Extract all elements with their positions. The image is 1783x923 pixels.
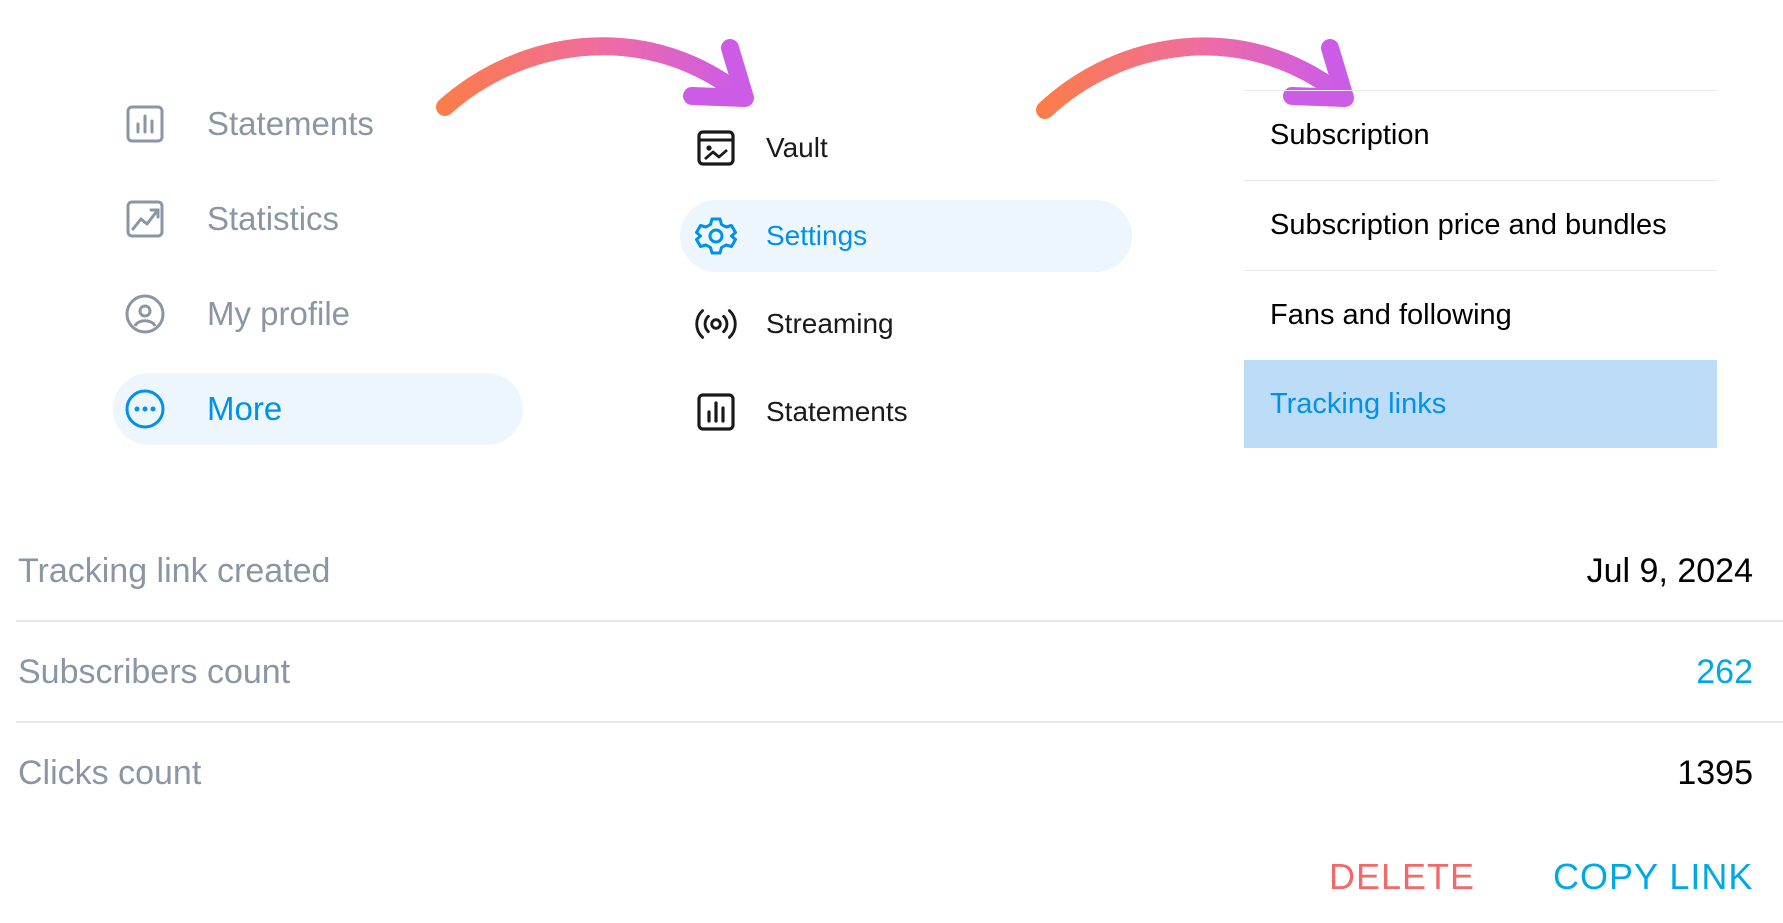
- menu-item-vault[interactable]: Vault: [680, 112, 1132, 184]
- streaming-icon: [694, 302, 738, 346]
- settings-item-label: Subscription: [1270, 119, 1430, 151]
- stat-row-subscribers: Subscribers count 262: [16, 622, 1783, 722]
- menu-item-label: Vault: [766, 132, 828, 163]
- menu-item-label: My profile: [207, 295, 351, 332]
- stat-value: 262: [1696, 652, 1753, 691]
- delete-button[interactable]: DELETE: [1329, 856, 1475, 898]
- vault-icon: [694, 126, 738, 170]
- menu-item-label: Statements: [766, 396, 908, 427]
- stat-value: Jul 9, 2024: [1586, 551, 1753, 590]
- menu-item-label: Streaming: [766, 308, 894, 339]
- settings-item-fans-following[interactable]: Fans and following: [1244, 270, 1717, 360]
- stat-label: Clicks count: [18, 753, 202, 792]
- menu-item-label: Statistics: [207, 200, 340, 237]
- copy-link-button[interactable]: COPY LINK: [1553, 856, 1753, 898]
- menu-item-statements[interactable]: Statements: [113, 88, 523, 160]
- bar-chart-icon: [694, 390, 738, 434]
- stat-label: Tracking link created: [18, 551, 331, 590]
- menu-item-settings[interactable]: Settings: [680, 200, 1132, 272]
- stat-row-created: Tracking link created Jul 9, 2024: [16, 521, 1783, 621]
- settings-item-subscription-price[interactable]: Subscription price and bundles: [1244, 180, 1717, 270]
- settings-item-label: Tracking links: [1270, 388, 1447, 420]
- gear-icon: [694, 214, 738, 258]
- stat-value: 1395: [1677, 753, 1753, 792]
- bar-chart-icon: [123, 102, 167, 146]
- stat-row-clicks: Clicks count 1395: [16, 723, 1783, 823]
- trend-chart-icon: [123, 197, 167, 241]
- menu-item-streaming[interactable]: Streaming: [680, 288, 1132, 360]
- settings-item-label: Fans and following: [1270, 299, 1512, 331]
- settings-item-subscription[interactable]: Subscription: [1244, 90, 1717, 180]
- profile-icon: [123, 292, 167, 336]
- stat-label: Subscribers count: [18, 652, 291, 691]
- menu-item-more[interactable]: More: [113, 373, 523, 445]
- settings-item-tracking-links[interactable]: Tracking links: [1244, 360, 1717, 448]
- more-dots-icon: [123, 387, 167, 431]
- menu-item-my-profile[interactable]: My profile: [113, 278, 523, 350]
- menu-item-statistics[interactable]: Statistics: [113, 183, 523, 255]
- menu-item-label: More: [207, 390, 283, 427]
- menu-item-statements[interactable]: Statements: [680, 376, 1132, 448]
- menu-item-label: Statements: [207, 105, 374, 142]
- settings-item-label: Subscription price and bundles: [1270, 209, 1667, 241]
- menu-item-label: Settings: [766, 220, 868, 251]
